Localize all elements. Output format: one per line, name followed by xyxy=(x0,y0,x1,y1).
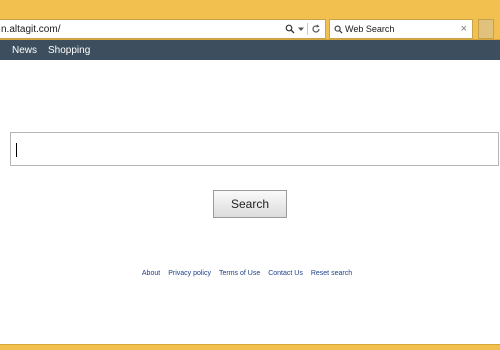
nav-item-shopping[interactable]: Shopping xyxy=(48,45,90,56)
bottom-chrome-bar xyxy=(0,344,500,350)
address-bar-icons xyxy=(285,23,325,35)
browser-search-box[interactable]: Web Search × xyxy=(329,19,473,39)
browser-search-text[interactable]: Web Search xyxy=(343,24,461,34)
address-bar[interactable]: n.altagit.com/ xyxy=(0,19,326,39)
text-caret xyxy=(16,143,17,157)
refresh-icon[interactable] xyxy=(311,24,321,34)
search-button[interactable]: Search xyxy=(213,190,287,218)
nav-bar: News Shopping xyxy=(0,40,500,60)
footer-links: About Privacy policy Terms of Use Contac… xyxy=(0,270,494,277)
dropdown-arrow-icon[interactable] xyxy=(298,26,304,32)
nav-item-news[interactable]: News xyxy=(12,45,37,56)
footer-link-privacy-policy[interactable]: Privacy policy xyxy=(168,270,211,277)
address-url[interactable]: n.altagit.com/ xyxy=(0,24,285,35)
footer-link-terms-of-use[interactable]: Terms of Use xyxy=(219,270,260,277)
close-icon[interactable]: × xyxy=(461,23,472,35)
search-icon[interactable] xyxy=(285,24,295,34)
footer-link-reset-search[interactable]: Reset search xyxy=(311,270,352,277)
toolbar-tile[interactable] xyxy=(478,19,494,39)
footer-link-contact-us[interactable]: Contact Us xyxy=(268,270,303,277)
footer-link-about[interactable]: About xyxy=(142,270,160,277)
browser-chrome: n.altagit.com/ Web Search × xyxy=(0,0,500,40)
address-divider xyxy=(307,23,308,35)
main-search-input[interactable] xyxy=(10,132,499,166)
magnifier-icon xyxy=(330,25,343,34)
